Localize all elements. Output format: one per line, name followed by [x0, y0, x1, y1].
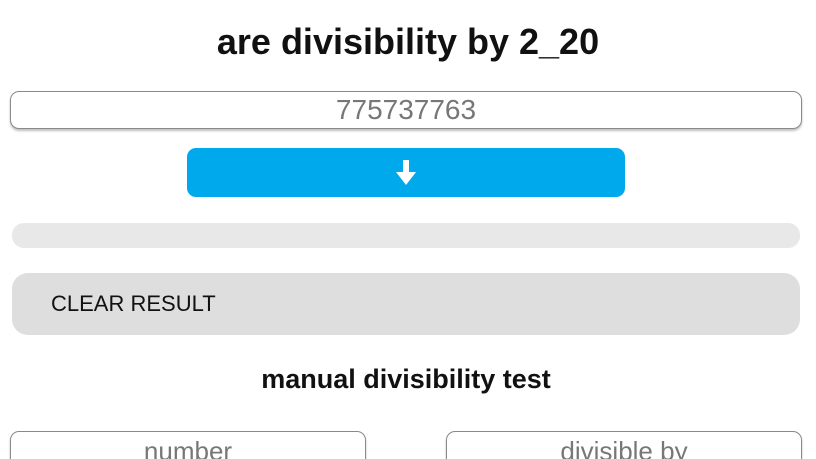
divisible-by-input[interactable]	[446, 431, 802, 459]
clear-result-button[interactable]: CLEAR RESULT	[12, 273, 800, 335]
arrow-down-icon	[396, 159, 416, 186]
run-button[interactable]	[187, 148, 625, 197]
page-title: are divisibility by 2_20	[216, 21, 600, 62]
manual-test-title: manual divisibility test	[261, 364, 551, 394]
number-input[interactable]	[10, 91, 802, 129]
page: are divisibility by 2_20 CLEAR RESULT ma…	[0, 0, 816, 459]
progress-bar	[12, 223, 800, 248]
manual-number-input[interactable]	[10, 431, 366, 459]
